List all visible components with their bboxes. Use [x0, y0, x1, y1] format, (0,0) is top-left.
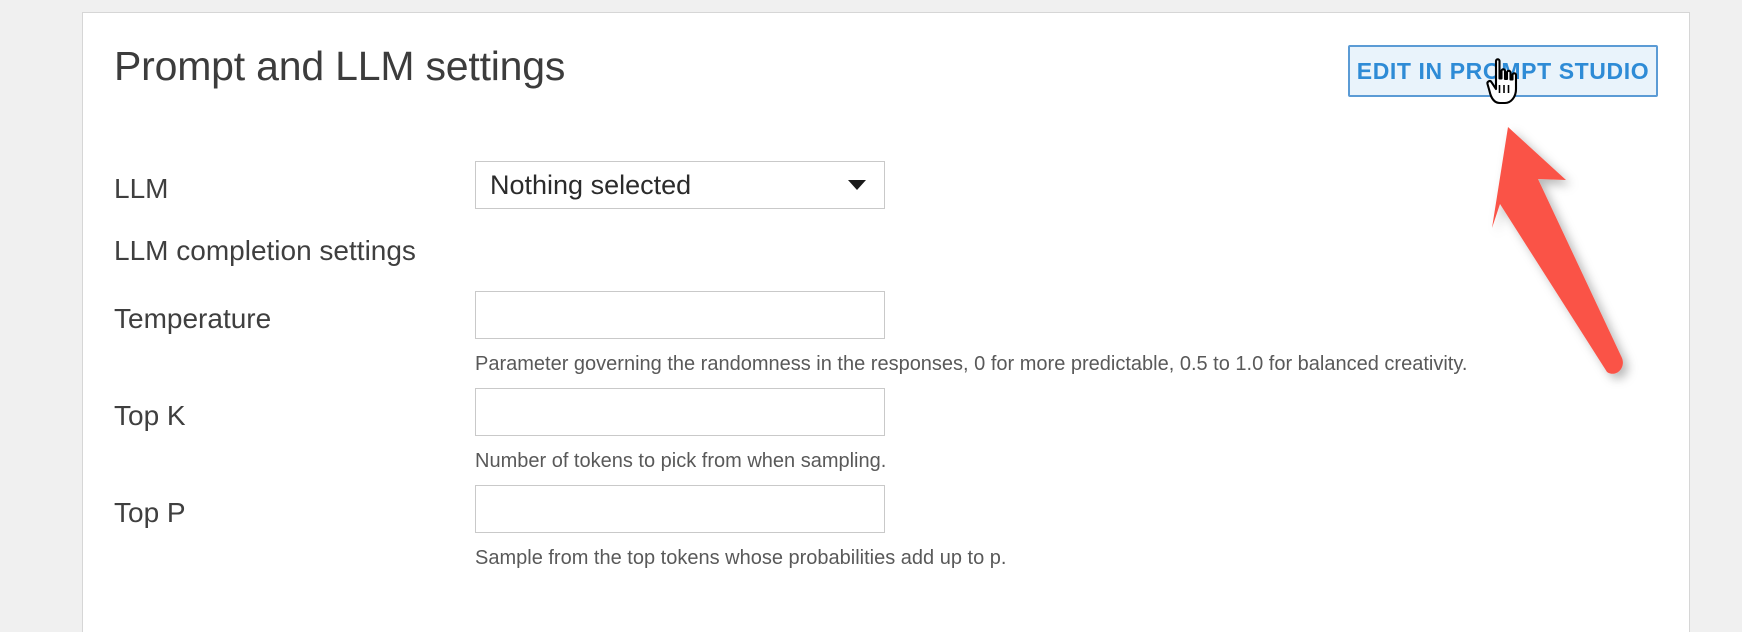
llm-selected-value: Nothing selected: [490, 169, 692, 200]
top-p-input[interactable]: [475, 485, 885, 533]
top-k-help-text: Number of tokens to pick from when sampl…: [475, 450, 887, 472]
temperature-label: Temperature: [114, 303, 272, 334]
temperature-row: Temperature Parameter governing the rand…: [83, 291, 1689, 389]
llm-completion-settings-section: LLM completion settings: [83, 235, 1689, 279]
temperature-help-text: Parameter governing the randomness in th…: [475, 353, 1468, 375]
top-p-row: Top P Sample from the top tokens whose p…: [83, 485, 1689, 583]
top-p-label: Top P: [114, 497, 186, 528]
llm-select[interactable]: Nothing selected: [475, 161, 885, 209]
top-p-help-text: Sample from the top tokens whose probabi…: [475, 547, 1007, 569]
page-root: Prompt and LLM settings EDIT IN PROMPT S…: [0, 0, 1742, 632]
top-k-row: Top K Number of tokens to pick from when…: [83, 388, 1689, 486]
panel-header: Prompt and LLM settings EDIT IN PROMPT S…: [83, 13, 1689, 129]
top-k-input[interactable]: [475, 388, 885, 436]
edit-in-prompt-studio-button[interactable]: EDIT IN PROMPT STUDIO: [1348, 45, 1658, 97]
section-title-llm-completion-settings: LLM completion settings: [114, 235, 416, 266]
top-k-label: Top K: [114, 400, 186, 431]
settings-panel: Prompt and LLM settings EDIT IN PROMPT S…: [82, 12, 1690, 632]
temperature-input[interactable]: [475, 291, 885, 339]
llm-row: LLM Nothing selected: [83, 161, 1689, 223]
llm-label: LLM: [114, 173, 169, 204]
chevron-down-icon: [848, 180, 866, 190]
page-title: Prompt and LLM settings: [114, 43, 566, 89]
